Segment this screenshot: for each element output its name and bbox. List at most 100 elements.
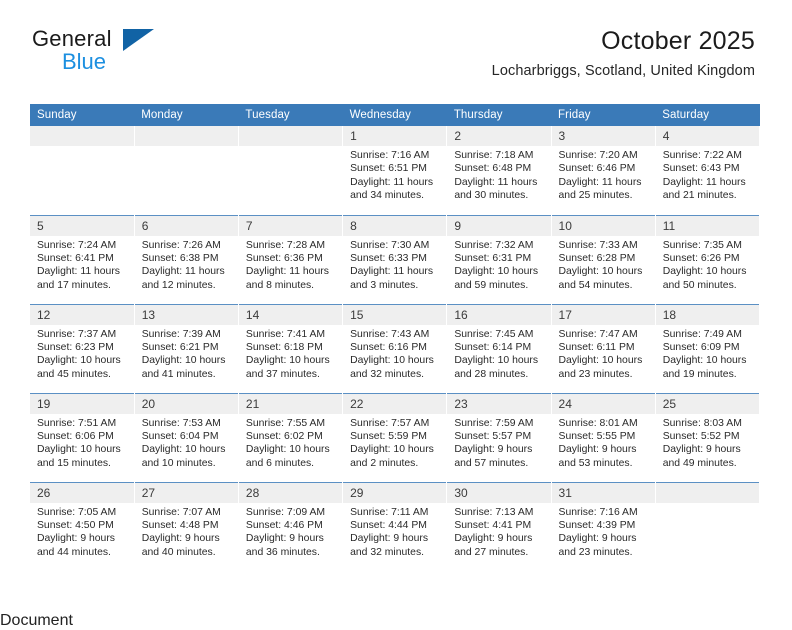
- sunrise-sunset-calendar: Sunday Monday Tuesday Wednesday Thursday Frid…: [30, 104, 761, 571]
- sunset-text: Sunset: 6:16 PM: [350, 341, 427, 353]
- daylight-text: Daylight: 10 hours and 37 minutes.: [245, 355, 330, 380]
- calendar-body: 1 Sunrise: 7:16 AM Sunset: 6:51 PM Daylight…: [30, 126, 761, 571]
- daylight-text: Daylight: 9 hours and 23 minutes.: [558, 533, 637, 558]
- calendar-cell-day-13[interactable]: 13 Sunrise: 7:39 AM Sunset: 6:21 PM Dayligh…: [134, 303, 239, 393]
- calendar-cell-day-12[interactable]: 12 Sunrise: 7:37 AM Sunset: 6:23 PM Dayligh…: [30, 303, 135, 393]
- daylight-text: Daylight: 10 hours and 15 minutes.: [37, 444, 121, 469]
- sunrise-text: Sunrise: 7:07 AM: [141, 506, 221, 518]
- day-number: 13: [134, 305, 238, 325]
- page-subtitle: Locharbriggs, Scotland, United Kingdom: [491, 63, 755, 80]
- calendar-cell-day-6[interactable]: 6 Sunrise: 7:26 AM Sunset: 6:38 PM Daylight…: [134, 214, 239, 304]
- sunset-text: Sunset: 6:23 PM: [37, 341, 114, 353]
- daylight-text: Daylight: 11 hours and 8 minutes.: [245, 266, 329, 291]
- day-details: Sunrise: 7:16 AM Sunset: 6:51 PM Daylight:…: [343, 146, 446, 203]
- calendar-cell-day-19[interactable]: 19 Sunrise: 7:51 AM Sunset: 6:06 PM Dayligh…: [30, 392, 135, 482]
- day-details: Sunrise: 7:09 AM Sunset: 4:46 PM Daylight:…: [239, 503, 342, 560]
- day-details: Sunrise: 7:35 AM Sunset: 6:26 PM Daylight:…: [656, 236, 759, 293]
- calendar-cell-day-2[interactable]: 2 Sunrise: 7:18 AM Sunset: 6:48 PM Daylight…: [446, 126, 552, 215]
- calendar-cell-day-3[interactable]: 3 Sunrise: 7:20 AM Sunset: 6:46 PM Daylight…: [551, 126, 656, 215]
- calendar-cell-day-25[interactable]: 25 Sunrise: 8:03 AM Sunset: 5:52 PM Dayligh…: [655, 392, 761, 482]
- sunset-text: Sunset: 4:48 PM: [141, 519, 219, 531]
- calendar-cell-day-30[interactable]: 30 Sunrise: 7:13 AM Sunset: 4:41 PM Dayligh…: [446, 481, 552, 571]
- calendar-cell-day-28[interactable]: 28 Sunrise: 7:09 AM Sunset: 4:46 PM Dayligh…: [238, 481, 344, 571]
- sunset-text: Sunset: 6:18 PM: [245, 341, 323, 353]
- day-details: Sunrise: 7:37 AM Sunset: 6:23 PM Daylight:…: [30, 325, 133, 382]
- calendar-cell-day-23[interactable]: 23 Sunrise: 7:59 AM Sunset: 5:57 PM Dayligh…: [446, 392, 552, 482]
- sunrise-text: Sunrise: 7:30 AM: [350, 239, 430, 251]
- daylight-text: Daylight: 10 hours and 54 minutes.: [558, 266, 643, 291]
- calendar-cell-day-4[interactable]: 4 Sunrise: 7:22 AM Sunset: 6:43 PM Daylight…: [655, 126, 761, 215]
- sunset-text: Sunset: 6:06 PM: [37, 430, 114, 442]
- calendar-cell-day-20[interactable]: 20 Sunrise: 7:53 AM Sunset: 6:04 PM Dayligh…: [134, 392, 239, 482]
- page-header: General Blue October 2025 Locharbriggs, …: [0, 0, 792, 80]
- calendar-cell-day-8[interactable]: 8 Sunrise: 7:30 AM Sunset: 6:33 PM Daylight…: [342, 214, 448, 304]
- calendar-cell-day-17[interactable]: 17 Sunrise: 7:47 AM Sunset: 6:11 PM Dayligh…: [551, 303, 656, 393]
- sunset-text: Sunset: 4:44 PM: [350, 519, 427, 531]
- calendar-cell-day-29[interactable]: 29 Sunrise: 7:11 AM Sunset: 4:44 PM Dayligh…: [342, 481, 448, 571]
- sunset-text: Sunset: 4:46 PM: [245, 519, 323, 531]
- weekday-header-wednesday: Wednesday: [342, 104, 447, 126]
- daylight-text: Daylight: 10 hours and 23 minutes.: [558, 355, 643, 380]
- calendar-cell-day-10[interactable]: 10 Sunrise: 7:33 AM Sunset: 6:28 PM Dayligh…: [551, 214, 656, 304]
- sunrise-text: Sunrise: 7:49 AM: [662, 328, 742, 340]
- day-details: Sunrise: 7:07 AM Sunset: 4:48 PM Daylight:…: [135, 503, 238, 560]
- sunrise-text: Sunrise: 7:28 AM: [245, 239, 326, 251]
- day-number: 6: [134, 216, 238, 236]
- sunset-text: Sunset: 5:59 PM: [350, 430, 427, 442]
- weekday-header-sunday: Sunday: [30, 104, 135, 126]
- day-details: Sunrise: 7:51 AM Sunset: 6:06 PM Daylight:…: [30, 414, 133, 471]
- day-number: 17: [551, 305, 655, 325]
- day-details: Sunrise: 7:18 AM Sunset: 6:48 PM Daylight:…: [447, 146, 550, 203]
- calendar-cell-empty: [655, 481, 761, 571]
- daylight-text: Daylight: 11 hours and 3 minutes.: [350, 266, 434, 291]
- sunrise-text: Sunrise: 7:24 AM: [37, 239, 117, 251]
- day-details: Sunrise: 7:32 AM Sunset: 6:31 PM Daylight:…: [447, 236, 550, 293]
- calendar-cell-day-31[interactable]: 31 Sunrise: 7:16 AM Sunset: 4:39 PM Dayligh…: [551, 481, 656, 571]
- day-details: Sunrise: 7:53 AM Sunset: 6:04 PM Daylight:…: [135, 414, 238, 471]
- day-details: Sunrise: 7:41 AM Sunset: 6:18 PM Daylight:…: [239, 325, 342, 382]
- calendar-cell-day-24[interactable]: 24 Sunrise: 8:01 AM Sunset: 5:55 PM Dayligh…: [551, 392, 656, 482]
- day-details: Sunrise: 7:45 AM Sunset: 6:14 PM Daylight:…: [447, 325, 550, 382]
- day-number: 26: [30, 483, 134, 503]
- calendar-cell-day-16[interactable]: 16 Sunrise: 7:45 AM Sunset: 6:14 PM Dayligh…: [446, 303, 552, 393]
- calendar-cell-day-5[interactable]: 5 Sunrise: 7:24 AM Sunset: 6:41 PM Daylight…: [30, 214, 135, 304]
- day-number: [30, 126, 134, 146]
- sunset-text: Sunset: 6:51 PM: [350, 163, 427, 175]
- calendar-cell-day-7[interactable]: 7 Sunrise: 7:28 AM Sunset: 6:36 PM Daylight…: [238, 214, 344, 304]
- calendar-cell-day-21[interactable]: 21 Sunrise: 7:55 AM Sunset: 6:02 PM Dayligh…: [238, 392, 344, 482]
- day-details: Sunrise: 7:22 AM Sunset: 6:43 PM Daylight:…: [656, 146, 759, 203]
- calendar-cell-day-9[interactable]: 9 Sunrise: 7:32 AM Sunset: 6:31 PM Daylight…: [446, 214, 552, 304]
- sunset-text: Sunset: 6:43 PM: [662, 163, 740, 175]
- calendar-cell-day-27[interactable]: 27 Sunrise: 7:07 AM Sunset: 4:48 PM Dayligh…: [134, 481, 239, 571]
- calendar-cell-day-15[interactable]: 15 Sunrise: 7:43 AM Sunset: 6:16 PM Dayligh…: [342, 303, 448, 393]
- calendar-cell-day-18[interactable]: 18 Sunrise: 7:49 AM Sunset: 6:09 PM Dayligh…: [655, 303, 761, 393]
- weekday-header-tuesday: Tuesday: [238, 104, 343, 126]
- sunrise-text: Sunrise: 7:22 AM: [662, 150, 742, 161]
- sunset-text: Sunset: 6:31 PM: [454, 252, 532, 264]
- day-details: Sunrise: 8:01 AM Sunset: 5:55 PM Daylight:…: [552, 414, 655, 471]
- sunset-text: Sunset: 6:46 PM: [558, 163, 636, 175]
- calendar-week-row: 19 Sunrise: 7:51 AM Sunset: 6:06 PM Dayligh…: [30, 392, 761, 482]
- sunrise-text: Sunrise: 7:51 AM: [37, 417, 117, 429]
- day-number: 15: [343, 305, 446, 325]
- day-number: 28: [238, 483, 342, 503]
- calendar-cell-empty: [238, 126, 344, 215]
- calendar-cell-day-1[interactable]: 1 Sunrise: 7:16 AM Sunset: 6:51 PM Daylight…: [342, 126, 448, 215]
- sunrise-text: Sunrise: 7:57 AM: [350, 417, 430, 429]
- weekday-header-thursday: Thursday: [446, 104, 552, 126]
- calendar-cell-day-11[interactable]: 11 Sunrise: 7:35 AM Sunset: 6:26 PM Dayligh…: [655, 214, 761, 304]
- daylight-text: Daylight: 10 hours and 59 minutes.: [454, 266, 539, 291]
- day-number: [238, 126, 342, 146]
- general-blue-logo[interactable]: General Blue: [32, 28, 212, 73]
- calendar-week-row: 1 Sunrise: 7:16 AM Sunset: 6:51 PM Daylight…: [30, 126, 761, 215]
- sunset-text: Sunset: 6:33 PM: [350, 252, 427, 264]
- sunset-text: Sunset: 5:55 PM: [558, 430, 636, 442]
- calendar-cell-day-26[interactable]: 26 Sunrise: 7:05 AM Sunset: 4:50 PM Dayligh…: [30, 481, 135, 571]
- day-number: [655, 483, 759, 503]
- sunrise-text: Sunrise: 7:13 AM: [454, 506, 534, 518]
- calendar-cell-day-14[interactable]: 14 Sunrise: 7:41 AM Sunset: 6:18 PM Dayligh…: [238, 303, 344, 393]
- daylight-text: Daylight: 10 hours and 10 minutes.: [141, 444, 226, 469]
- sunrise-text: Sunrise: 8:03 AM: [662, 417, 742, 429]
- calendar-cell-day-22[interactable]: 22 Sunrise: 7:57 AM Sunset: 5:59 PM Dayligh…: [342, 392, 448, 482]
- sunrise-text: Sunrise: 7:59 AM: [454, 417, 534, 429]
